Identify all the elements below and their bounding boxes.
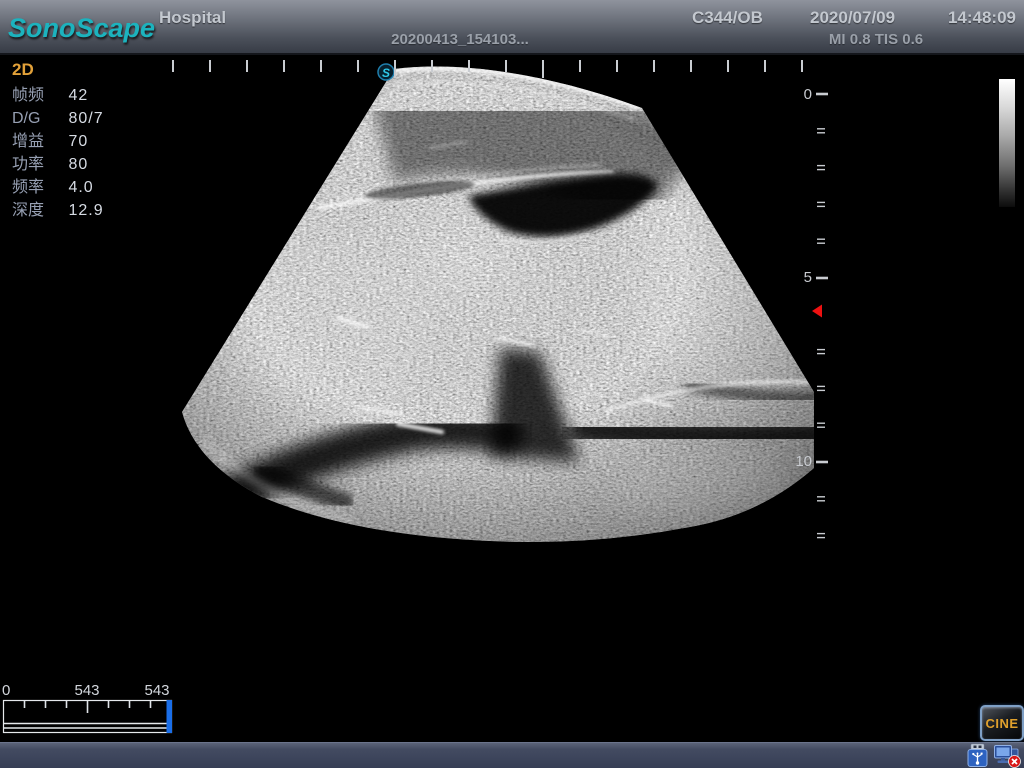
time: 14:48:09 bbox=[948, 8, 1016, 28]
param-value: 80/7 bbox=[68, 110, 103, 127]
ultrasound-image-canvas[interactable]: S bbox=[0, 0, 1024, 768]
param-row-frequency: 频率 4.0 bbox=[12, 176, 104, 199]
param-label: 深度 bbox=[12, 199, 64, 222]
cine-button[interactable]: CINE bbox=[980, 705, 1024, 741]
param-value: 80 bbox=[68, 156, 88, 173]
param-value: 4.0 bbox=[68, 179, 93, 196]
top-bar: SonoScape Hospital 20200413_154103... C3… bbox=[0, 0, 1024, 55]
param-value: 42 bbox=[68, 87, 88, 104]
depth-label-10: 10 bbox=[786, 453, 812, 470]
orientation-marker-icon: S bbox=[378, 64, 394, 80]
param-label: 增益 bbox=[12, 130, 64, 153]
mode-label: 2D bbox=[12, 60, 104, 84]
svg-text:S: S bbox=[382, 66, 390, 80]
param-value: 70 bbox=[68, 133, 88, 150]
cine-current-value: 543 bbox=[57, 682, 117, 699]
brand-logo: SonoScape bbox=[8, 13, 155, 44]
param-row-depth: 深度 12.9 bbox=[12, 199, 104, 222]
cine-total-value: 543 bbox=[127, 682, 187, 699]
bmode-fan-image bbox=[165, 50, 825, 550]
param-label: 频率 bbox=[12, 176, 64, 199]
usb-icon[interactable] bbox=[965, 743, 990, 768]
cine-position-marker[interactable] bbox=[167, 700, 173, 733]
param-value: 12.9 bbox=[68, 202, 103, 219]
focus-marker-icon bbox=[812, 305, 822, 318]
param-label: 帧频 bbox=[12, 84, 64, 107]
depth-label-0: 0 bbox=[786, 86, 812, 103]
depth-label-5: 5 bbox=[786, 269, 812, 286]
ultrasound-screen: { "header": { "brand": "SonoScape", "hos… bbox=[0, 0, 1024, 768]
cine-gauge bbox=[4, 700, 173, 733]
cine-start-value: 0 bbox=[2, 682, 10, 699]
param-label: D/G bbox=[12, 107, 64, 130]
param-row-framerate: 帧频 42 bbox=[12, 84, 104, 107]
exam-id: 20200413_154103... bbox=[340, 31, 580, 48]
param-label: 功率 bbox=[12, 153, 64, 176]
probe-preset: C344/OB bbox=[692, 8, 763, 28]
param-row-power: 功率 80 bbox=[12, 153, 104, 176]
param-row-dg: D/G 80/7 bbox=[12, 107, 104, 130]
date: 2020/07/09 bbox=[810, 8, 895, 28]
network-error-icon[interactable] bbox=[993, 743, 1022, 768]
hospital-name: Hospital bbox=[159, 8, 226, 28]
status-bar bbox=[0, 742, 1024, 768]
image-parameters-panel: 2D 帧频 42 D/G 80/7 增益 70 功率 80 频率 4.0 深度 … bbox=[12, 60, 104, 222]
grayscale-bar bbox=[999, 79, 1015, 207]
mi-tis-indices: MI 0.8 TIS 0.6 bbox=[818, 31, 934, 48]
param-row-gain: 增益 70 bbox=[12, 130, 104, 153]
